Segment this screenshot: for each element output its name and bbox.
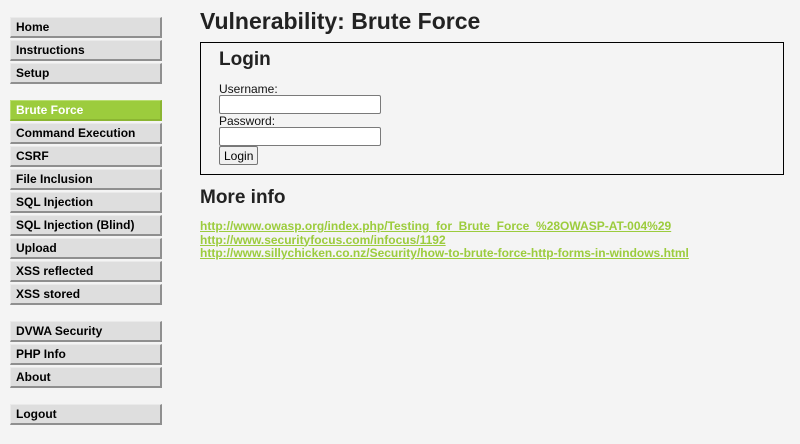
menu-item-xss-reflected[interactable]: XSS reflected [10, 261, 162, 282]
page-title: Vulnerability: Brute Force [200, 8, 481, 34]
password-input[interactable] [219, 127, 381, 146]
menu-item-logout[interactable]: Logout [10, 404, 162, 425]
sidebar-menu: Home Instructions Setup Brute Force Comm… [10, 17, 162, 441]
more-info-links: http://www.owasp.org/index.php/Testing_f… [200, 219, 689, 261]
menu-group-settings: DVWA Security PHP Info About [10, 321, 162, 388]
menu-item-home[interactable]: Home [10, 17, 162, 38]
link-securityfocus[interactable]: http://www.securityfocus.com/infocus/119… [200, 233, 689, 248]
link-sillychicken[interactable]: http://www.sillychicken.co.nz/Security/h… [200, 246, 689, 261]
menu-group-session: Logout [10, 404, 162, 425]
menu-item-sql-injection-blind[interactable]: SQL Injection (Blind) [10, 215, 162, 236]
more-info-heading: More info [200, 187, 286, 208]
link-owasp-brute-force[interactable]: http://www.owasp.org/index.php/Testing_f… [200, 219, 689, 234]
login-form: Login Username: Password: Login [200, 42, 784, 175]
login-heading: Login [219, 49, 271, 70]
menu-item-brute-force[interactable]: Brute Force [10, 100, 162, 121]
menu-item-csrf[interactable]: CSRF [10, 146, 162, 167]
menu-item-upload[interactable]: Upload [10, 238, 162, 259]
menu-group-main: Home Instructions Setup [10, 17, 162, 84]
menu-item-sql-injection[interactable]: SQL Injection [10, 192, 162, 213]
menu-group-vulnerabilities: Brute Force Command Execution CSRF File … [10, 100, 162, 305]
menu-item-php-info[interactable]: PHP Info [10, 344, 162, 365]
menu-item-command-execution[interactable]: Command Execution [10, 123, 162, 144]
username-label: Username: [219, 82, 278, 96]
menu-item-instructions[interactable]: Instructions [10, 40, 162, 61]
login-button[interactable]: Login [219, 146, 259, 165]
menu-item-about[interactable]: About [10, 367, 162, 388]
username-input[interactable] [219, 95, 381, 114]
menu-item-file-inclusion[interactable]: File Inclusion [10, 169, 162, 190]
menu-item-setup[interactable]: Setup [10, 63, 162, 84]
password-label: Password: [219, 114, 276, 128]
menu-item-dvwa-security[interactable]: DVWA Security [10, 321, 162, 342]
menu-item-xss-stored[interactable]: XSS stored [10, 284, 162, 305]
